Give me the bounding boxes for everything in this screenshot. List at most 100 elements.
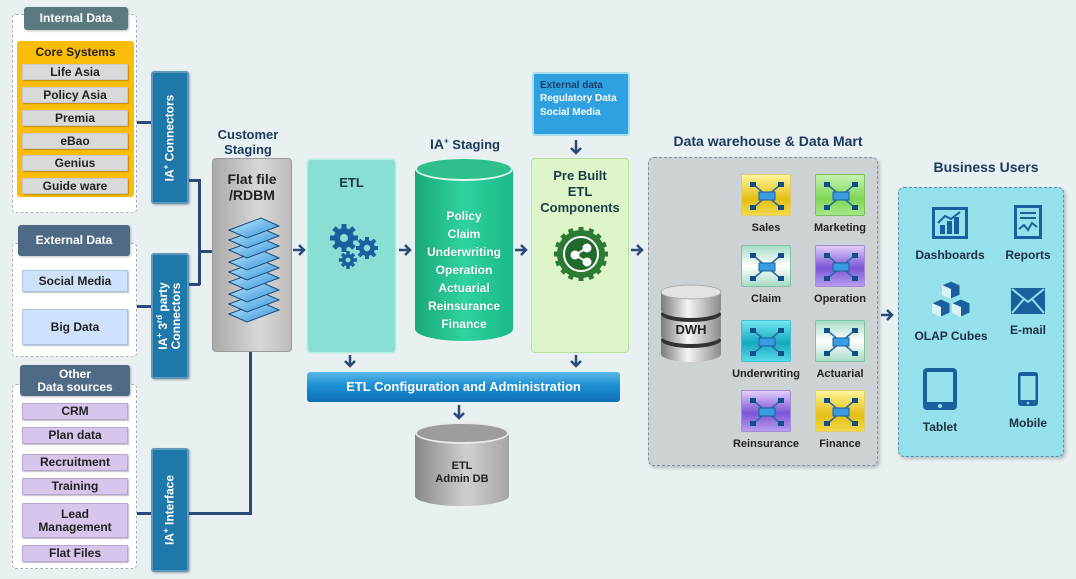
prebuilt-line3: Components [540, 200, 620, 215]
source-crm[interactable]: CRM [22, 403, 128, 420]
data-mart-marketing[interactable]: Marketing [806, 174, 874, 234]
ia-sup: + [155, 333, 164, 338]
ia-staging-item: Operation [435, 263, 493, 277]
mobile-label: Mobile [1009, 416, 1047, 430]
star-schema-icon [741, 245, 791, 287]
data-mart-underwriting[interactable]: Underwriting [732, 320, 800, 380]
bracket-bottom [189, 283, 200, 286]
customer-staging-box[interactable]: Flat file /RDBM [212, 158, 292, 352]
report-icon [1014, 205, 1042, 239]
link-internal-to-connectors [137, 121, 151, 124]
customer-staging-title-line2: Staging [224, 142, 272, 157]
link-external-to-3rdparty [137, 305, 151, 308]
arrow-external-down [570, 140, 582, 155]
etl-configuration-bar[interactable]: ETL Configuration and Administration [307, 372, 620, 402]
other-data-header-line2: Data sources [37, 379, 113, 394]
star-schema-icon [741, 390, 791, 432]
external-data-header: External Data [18, 225, 130, 256]
star-schema-icon [741, 174, 791, 216]
ia-interface[interactable]: IA+ Interface [151, 448, 189, 572]
data-mart-actuarial[interactable]: Actuarial [806, 320, 874, 380]
source-big-data[interactable]: Big Data [22, 309, 128, 345]
business-user-olap-cubes[interactable]: OLAP Cubes [906, 280, 996, 343]
business-user-tablet[interactable]: Tablet [910, 367, 970, 434]
star-schema-icon [815, 390, 865, 432]
customer-staging-title-line1: Customer [217, 127, 279, 142]
cylinder-top [415, 422, 509, 444]
ia-sup: + [161, 164, 171, 169]
data-mart-label: Finance [819, 438, 861, 450]
ia-connectors[interactable]: IA+ Connectors [151, 71, 189, 204]
data-mart-finance[interactable]: Finance [806, 390, 874, 450]
data-mart-label: Sales [751, 222, 781, 234]
business-user-dashboards[interactable]: Dashboards [910, 207, 990, 262]
stacked-files-icon [227, 217, 281, 323]
ia-third-party-connectors[interactable]: IA+ 3rd party Connectors [151, 253, 189, 379]
ia-staging-item: Reinsurance [427, 299, 501, 313]
business-user-email[interactable]: E-mail [998, 288, 1058, 337]
data-mart-operation[interactable]: Operation [806, 245, 874, 305]
data-mart-label: Operation [814, 293, 866, 305]
arrow-config-down [453, 405, 465, 420]
ia-staging-item: Policy [446, 209, 482, 223]
source-lead-management[interactable]: Lead Management [22, 503, 128, 538]
data-mart-claim[interactable]: Claim [732, 245, 800, 305]
ia-prefix: IA [156, 337, 170, 350]
interface-link-h [189, 512, 251, 515]
business-user-reports[interactable]: Reports [998, 205, 1058, 262]
business-user-mobile[interactable]: Mobile [998, 371, 1058, 430]
external-data-feed[interactable]: External data Regulatory Data Social Med… [532, 72, 630, 136]
star-schema-icon [815, 174, 865, 216]
ia-staging-item: Underwriting [427, 245, 501, 259]
data-mart-label: Reinsurance [732, 438, 800, 450]
core-systems-title: Core Systems [35, 45, 116, 59]
arrow-prebuilt-down [570, 355, 582, 368]
etl-admin-db[interactable]: ETL Admin DB [415, 422, 509, 508]
external-feed-item: Regulatory Data [540, 93, 617, 104]
source-genius[interactable]: Genius [22, 155, 128, 171]
ia-staging-item: Claim [447, 227, 481, 241]
data-mart-label: Actuarial [816, 368, 864, 380]
dwh-label: DWH [675, 322, 707, 337]
data-mart-label: Claim [751, 293, 781, 305]
tablet-label: Tablet [922, 420, 958, 434]
other-data-header-line1: Other [58, 366, 91, 381]
source-guide-ware[interactable]: Guide ware [22, 178, 128, 194]
rdbm-label: /RDBM [229, 187, 275, 203]
data-mart-reinsurance[interactable]: Reinsurance [732, 390, 800, 450]
prebuilt-etl-components[interactable]: Pre Built ETL Components [531, 158, 629, 353]
source-policy-asia[interactable]: Policy Asia [22, 87, 128, 103]
arrow-prebuilt-to-dwh [631, 244, 644, 256]
star-schema-icon [815, 320, 865, 362]
link-other-to-interface [137, 512, 151, 515]
ia-staging-item: Actuarial [438, 281, 490, 295]
source-flat-files[interactable]: Flat Files [22, 545, 128, 562]
ia-staging-item: Finance [441, 317, 487, 331]
envelope-icon [1011, 288, 1045, 314]
admin-db-line1: ETL [451, 460, 473, 472]
ia-staging-title: IA+ Staging [415, 137, 515, 153]
source-ebao[interactable]: eBao [22, 133, 128, 149]
prebuilt-line1: Pre Built [553, 168, 607, 183]
third-party-connectors-label: Connectors [169, 282, 183, 350]
prebuilt-line2: ETL [567, 184, 593, 199]
ia-staging-cylinder[interactable]: Policy Claim Underwriting Operation Actu… [415, 157, 513, 353]
interface-link-v [249, 352, 252, 515]
source-recruitment[interactable]: Recruitment [22, 454, 128, 471]
external-feed-header: External data [540, 80, 603, 91]
arrow-staging-to-etl [293, 244, 306, 256]
ia-sup: + [161, 528, 171, 534]
flat-file-label: Flat file [227, 171, 277, 187]
source-social-media[interactable]: Social Media [22, 270, 128, 292]
data-mart-sales[interactable]: Sales [732, 174, 800, 234]
etl-box[interactable]: ETL [307, 159, 396, 353]
source-life-asia[interactable]: Life Asia [22, 64, 128, 80]
third-sup: rd [155, 314, 164, 323]
source-training[interactable]: Training [22, 478, 128, 495]
data-mart-label: Underwriting [732, 368, 800, 380]
source-premia[interactable]: Premia [22, 110, 128, 126]
source-plan-data[interactable]: Plan data [22, 427, 128, 444]
olap-cubes-label: OLAP Cubes [914, 329, 988, 343]
mobile-icon [1018, 372, 1038, 406]
ia-interface-label: Interface [162, 474, 177, 526]
